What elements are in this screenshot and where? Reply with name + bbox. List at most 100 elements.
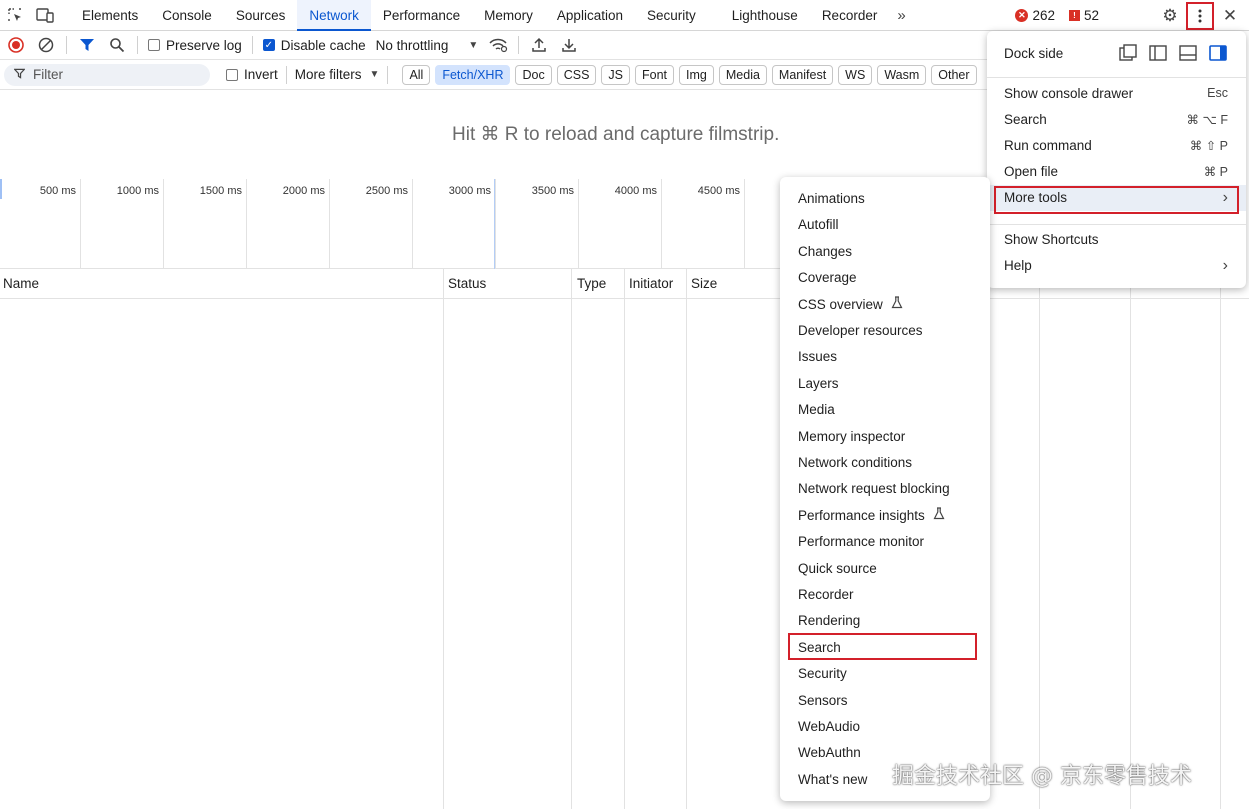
warning-count-value: 52	[1083, 8, 1099, 23]
more-tools-item-rendering[interactable]: Rendering	[780, 609, 990, 633]
checkbox-unchecked[interactable]	[148, 39, 160, 51]
more-tools-item-recorder[interactable]: Recorder	[780, 583, 990, 607]
menu-item-help[interactable]: Help ›	[987, 253, 1246, 279]
more-filters-label: More filters	[294, 67, 362, 82]
tab-application[interactable]: Application	[545, 0, 635, 31]
menu-item-run-command[interactable]: Run command ⌘ ⇧ P	[987, 132, 1246, 158]
more-tools-item-developer-resources[interactable]: Developer resources	[780, 319, 990, 343]
dock-bottom-icon[interactable]	[1178, 43, 1198, 63]
divider	[285, 65, 287, 84]
dropdown-triangle-icon: ▼	[468, 39, 479, 51]
more-tools-item-css-overview[interactable]: CSS overview	[780, 293, 990, 317]
more-tools-item-network-request-blocking[interactable]: Network request blocking	[780, 477, 990, 501]
disable-cache-checkbox[interactable]: ✓ Disable cache	[262, 38, 366, 53]
type-filter-all[interactable]: All	[402, 64, 431, 85]
tab-network[interactable]: Network	[297, 0, 371, 31]
menu-item-open-file[interactable]: Open file ⌘ P	[987, 159, 1246, 185]
tab-performance[interactable]: Performance	[371, 0, 472, 31]
type-filter-media[interactable]: Media	[718, 64, 767, 85]
more-tools-item-label: Changes	[798, 243, 853, 259]
more-tools-item-autofill[interactable]: Autofill	[780, 213, 990, 237]
column-divider	[443, 269, 444, 809]
more-tools-item-quick-source[interactable]: Quick source	[780, 557, 990, 581]
more-tools-item-performance-monitor[interactable]: Performance monitor	[780, 530, 990, 554]
more-tabs-icon[interactable]: »	[889, 0, 913, 31]
close-devtools-icon[interactable]: ✕	[1217, 3, 1243, 29]
column-header-initiator[interactable]: Initiator	[626, 269, 673, 299]
type-filter-font[interactable]: Font	[635, 64, 675, 85]
dock-right-icon[interactable]	[1208, 43, 1228, 63]
filter-funnel-icon[interactable]	[77, 35, 97, 55]
error-count[interactable]: ✕ 262	[1015, 8, 1055, 23]
more-tools-item-search[interactable]: Search	[780, 636, 990, 660]
more-tools-item-media[interactable]: Media	[780, 398, 990, 422]
customize-menu-kebab-icon[interactable]	[1186, 1, 1214, 30]
more-tools-item-label: Network request blocking	[798, 481, 950, 497]
more-tools-item-webaudio[interactable]: WebAudio	[780, 715, 990, 739]
type-filter-fetch-xhr[interactable]: Fetch/XHR	[435, 64, 511, 85]
more-tools-item-label: Media	[798, 402, 835, 418]
issue-counts[interactable]: ✕ 262 ! 52	[1015, 0, 1099, 31]
type-filter-img[interactable]: Img	[679, 64, 714, 85]
inspect-element-icon[interactable]	[0, 0, 30, 31]
submenu-chevron-icon: ›	[1222, 188, 1228, 206]
type-filter-ws[interactable]: WS	[838, 64, 873, 85]
more-tools-item-layers[interactable]: Layers	[780, 372, 990, 396]
checkbox-checked[interactable]: ✓	[262, 39, 275, 51]
warning-count[interactable]: ! 52	[1068, 8, 1099, 23]
more-tools-item-sensors[interactable]: Sensors	[780, 689, 990, 713]
search-icon[interactable]	[107, 35, 127, 55]
tab-sources[interactable]: Sources	[224, 0, 298, 31]
column-header-status[interactable]: Status	[445, 269, 486, 299]
tab-lighthouse[interactable]: Lighthouse	[720, 0, 810, 31]
checkbox-unchecked[interactable]	[226, 68, 238, 81]
filter-funnel-small-icon	[13, 67, 26, 82]
type-filter-wasm[interactable]: Wasm	[877, 64, 927, 85]
tab-security[interactable]: Security	[635, 0, 708, 31]
type-filter-doc[interactable]: Doc	[515, 64, 552, 85]
dropdown-triangle-icon: ▼	[369, 69, 380, 80]
device-toolbar-icon[interactable]	[30, 0, 60, 31]
menu-shortcut: Esc	[1207, 86, 1228, 100]
export-har-download-icon[interactable]	[559, 35, 579, 55]
invert-checkbox[interactable]: Invert	[226, 67, 278, 82]
dock-left-icon[interactable]	[1148, 43, 1168, 63]
menu-item-show-console-drawer[interactable]: Show console drawer Esc	[987, 80, 1246, 106]
more-tools-item-security[interactable]: Security	[780, 662, 990, 686]
clear-icon[interactable]	[36, 35, 56, 55]
more-tools-item-memory-inspector[interactable]: Memory inspector	[780, 425, 990, 449]
menu-item-search[interactable]: Search ⌘ ⌥ F	[987, 106, 1246, 132]
tab-elements[interactable]: Elements	[70, 0, 150, 31]
column-header-name[interactable]: Name	[0, 269, 39, 299]
column-header-size[interactable]: Size	[688, 269, 717, 299]
menu-item-more-tools[interactable]: More tools ›	[987, 184, 1246, 211]
tab-console[interactable]: Console	[150, 0, 224, 31]
filter-input[interactable]: Filter	[4, 63, 210, 86]
stop-recording-icon[interactable]	[6, 35, 26, 55]
network-conditions-wifi-icon[interactable]	[488, 35, 508, 55]
import-har-upload-icon[interactable]	[529, 35, 549, 55]
type-filter-css[interactable]: CSS	[556, 64, 597, 85]
timeline-tick-label: 4000 ms	[614, 185, 657, 197]
type-filter-manifest[interactable]: Manifest	[771, 64, 834, 85]
type-filter-other[interactable]: Other	[931, 64, 977, 85]
more-tools-item-animations[interactable]: Animations	[780, 187, 990, 211]
more-tools-submenu: Animations Autofill Changes Coverage CSS ove…	[780, 177, 990, 801]
preserve-log-checkbox[interactable]: Preserve log	[148, 38, 242, 53]
type-filter-js[interactable]: JS	[601, 64, 631, 85]
tab-memory[interactable]: Memory	[472, 0, 545, 31]
more-tools-item-issues[interactable]: Issues	[780, 345, 990, 369]
more-tools-item-network-conditions[interactable]: Network conditions	[780, 451, 990, 475]
invert-label: Invert	[244, 67, 278, 82]
column-header-type[interactable]: Type	[574, 269, 606, 299]
settings-gear-icon[interactable]: ⚙	[1157, 3, 1183, 29]
menu-item-show-shortcuts[interactable]: Show Shortcuts	[987, 226, 1246, 252]
more-tools-item-label: Network conditions	[798, 455, 913, 470]
tab-recorder[interactable]: Recorder	[810, 0, 890, 31]
more-tools-item-coverage[interactable]: Coverage	[780, 266, 990, 290]
more-filters-dropdown[interactable]: More filters ▼	[295, 67, 380, 82]
undock-icon[interactable]	[1118, 43, 1138, 63]
more-tools-item-changes[interactable]: Changes	[780, 240, 990, 264]
throttling-select[interactable]: No throttling ▼	[376, 38, 479, 53]
more-tools-item-performance-insights[interactable]: Performance insights	[780, 504, 990, 528]
